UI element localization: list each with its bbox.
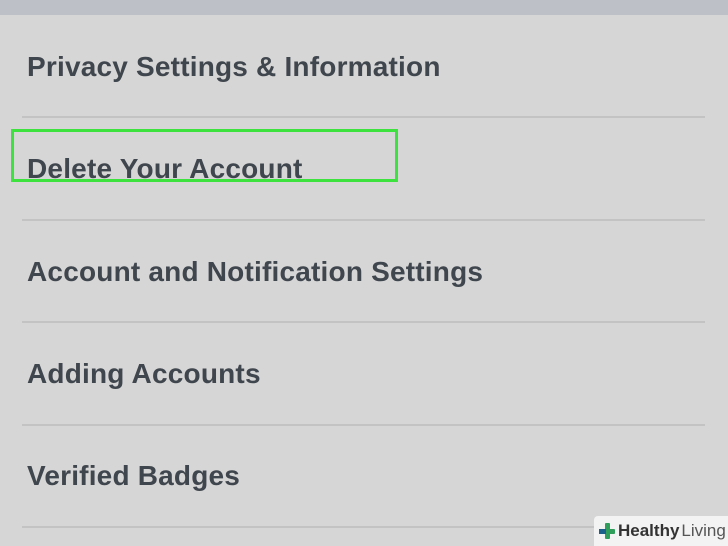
divider bbox=[22, 219, 705, 221]
medical-cross-icon bbox=[598, 522, 616, 540]
menu-item-adding-accounts[interactable]: Adding Accounts bbox=[27, 354, 261, 394]
divider bbox=[22, 116, 705, 118]
settings-menu-list: Privacy Settings & Information Delete Yo… bbox=[0, 15, 728, 546]
highlight-box bbox=[11, 129, 398, 182]
divider bbox=[22, 424, 705, 426]
menu-item-verified-badges[interactable]: Verified Badges bbox=[27, 456, 240, 496]
watermark-logo: Healthy Living bbox=[594, 516, 728, 546]
watermark-brand-rest: Living bbox=[681, 521, 726, 540]
menu-item-account-notification-settings[interactable]: Account and Notification Settings bbox=[27, 252, 483, 292]
divider bbox=[22, 321, 705, 323]
menu-item-privacy-settings[interactable]: Privacy Settings & Information bbox=[27, 47, 441, 87]
watermark-brand-bold: Healthy bbox=[618, 521, 680, 540]
top-strip bbox=[0, 0, 728, 15]
